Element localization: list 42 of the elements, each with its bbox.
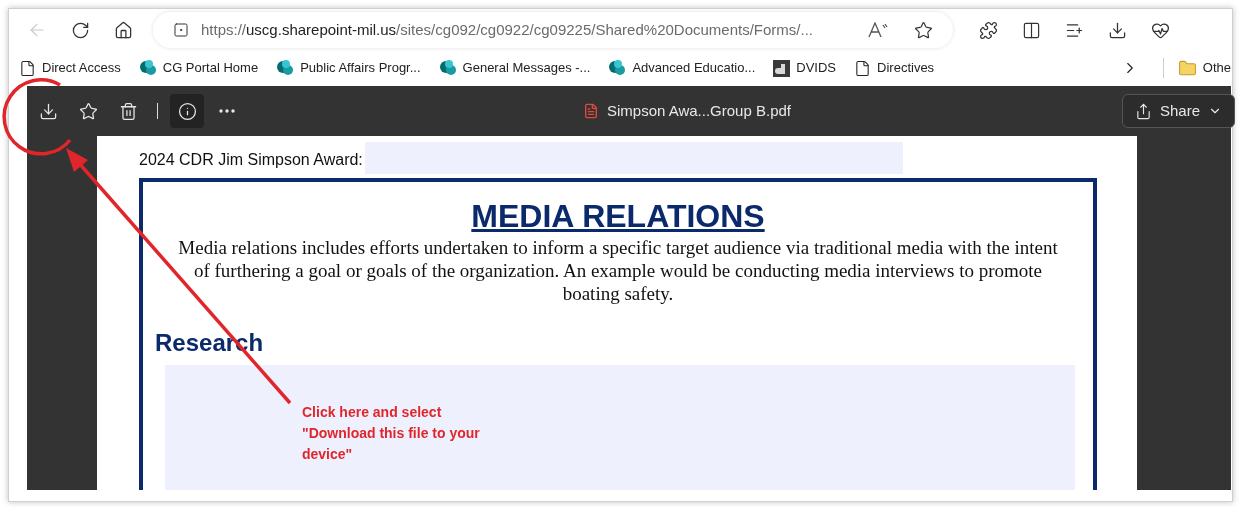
share-icon — [1134, 102, 1152, 120]
pdf-file-icon — [583, 103, 599, 119]
favorite-icon[interactable] — [914, 20, 933, 40]
download-icon — [38, 101, 58, 121]
other-favorites-item[interactable]: Othe — [1177, 58, 1231, 78]
split-screen-icon[interactable] — [1022, 20, 1041, 40]
page-icon — [19, 59, 36, 77]
url-text: https://uscg.sharepoint-mil.us/sites/cg092/cg0922/cg09225/Shared%20Documents/Forms/... — [201, 19, 813, 40]
award-label: 2024 CDR Jim Simpson Award: — [139, 150, 363, 170]
address-bar[interactable]: https://uscg.sharepoint-mil.us/sites/cg092/cg0922/cg09225/Shared%20Documents/Forms/... — [153, 12, 953, 48]
bookmark-item[interactable]: Directives — [854, 58, 935, 78]
trash-icon — [118, 101, 138, 121]
sharepoint-icon — [276, 59, 295, 77]
share-button[interactable]: Share — [1121, 94, 1235, 128]
dvids-logo-icon — [773, 59, 791, 77]
more-icon — [219, 109, 235, 113]
read-aloud-icon[interactable] — [868, 22, 888, 38]
bookmark-item[interactable]: CG Portal Home — [138, 58, 259, 78]
downloads-icon[interactable] — [1108, 20, 1127, 40]
annotation-text: Click here and select "Download this file to your device" — [302, 403, 480, 464]
file-name: Simpson Awa...Group B.pdf — [607, 100, 791, 121]
sharepoint-icon — [138, 59, 157, 77]
sharepoint-icon — [438, 59, 457, 77]
bookmark-item[interactable]: General Messages -... — [438, 58, 591, 78]
refresh-icon[interactable] — [71, 20, 90, 40]
page-info-icon — [173, 22, 189, 38]
folder-icon — [1177, 58, 1197, 78]
star-icon — [78, 101, 98, 121]
browser-essentials-icon[interactable] — [1151, 20, 1170, 40]
extensions-icon[interactable] — [979, 20, 998, 40]
info-icon — [177, 101, 197, 121]
bookmark-item[interactable]: Direct Access — [19, 58, 121, 78]
bookmark-item[interactable]: Advanced Educatio... — [608, 58, 756, 78]
research-field[interactable] — [165, 365, 1075, 490]
home-icon[interactable] — [114, 20, 133, 40]
sharepoint-icon — [608, 59, 627, 77]
bookmark-item[interactable]: Public Affairs Progr... — [276, 58, 421, 78]
section-title: MEDIA RELATIONS — [471, 198, 765, 234]
bookmark-item[interactable]: DVIDS — [773, 58, 837, 78]
toolbar-button[interactable] — [170, 94, 204, 128]
page-icon — [854, 59, 872, 77]
description: Media relations includes efforts undertaken to inform a specific target audience via traditional media with the intent of furthering a goal or goals of the organization. An example would be conducting media interviews to promote boating safety. — [177, 236, 1059, 305]
